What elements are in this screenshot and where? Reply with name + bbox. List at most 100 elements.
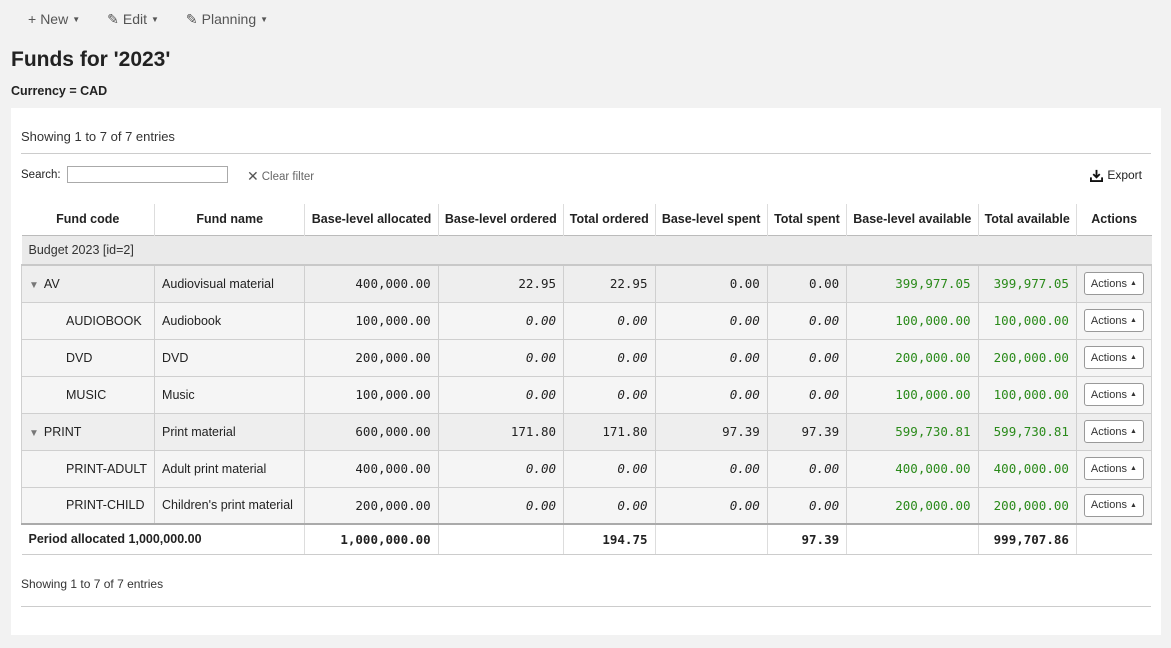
actions-label: Actions	[1090, 462, 1127, 475]
column-header-total-spent[interactable]: Total spent	[766, 204, 847, 235]
planning-button[interactable]: ✎ Planning ▼	[180, 7, 274, 32]
total-ordered-cell: 0.00	[563, 486, 656, 525]
close-icon: ✕	[247, 168, 259, 184]
table-row: PRINT-CHILD Children's print material 20…	[20, 486, 1153, 525]
total-spent-cell: 0.00	[766, 375, 848, 414]
table-info-top: Showing 1 to 7 of 7 entries	[21, 129, 175, 144]
column-header-base-level-spent[interactable]: Base-level spent	[654, 204, 768, 235]
totals-row: Period allocated 1,000,000.00 1,000,000.…	[21, 523, 1152, 555]
total-spent-cell: 97.39	[766, 412, 848, 451]
clear-filter-button[interactable]: ✕ Clear filter	[247, 168, 314, 185]
actions-button[interactable]: Actions ▲	[1083, 272, 1144, 296]
column-header-base-level-available[interactable]: Base-level available	[846, 204, 979, 235]
clear-filter-label: Clear filter	[261, 170, 315, 183]
caret-down-icon: ▼	[260, 14, 269, 24]
total-ordered-cell: 0.00	[563, 338, 656, 377]
base-ordered-cell: 0.00	[437, 338, 565, 377]
actions-cell: Actions ▲	[1075, 375, 1153, 414]
total-available-cell: 400,000.00	[977, 449, 1077, 488]
caret-down-icon: ▼	[150, 14, 159, 24]
new-button-label: New	[40, 11, 69, 27]
column-header-fund-code[interactable]: Fund code	[22, 204, 155, 235]
header-row: Fund code Fund name Base-level allocated…	[21, 204, 1152, 235]
divider	[21, 606, 1151, 607]
caret-up-icon: ▲	[1129, 501, 1137, 509]
caret-up-icon: ▲	[1129, 317, 1137, 324]
actions-button[interactable]: Actions ▲	[1083, 346, 1144, 369]
column-header-base-level-ordered[interactable]: Base-level ordered	[437, 204, 564, 235]
total-ordered-cell: 22.95	[563, 264, 656, 303]
total-spent-cell: 0.00	[766, 301, 848, 340]
fund-code-cell[interactable]: ▼ AV	[20, 264, 156, 303]
group-label: Budget 2023 [id=2]	[21, 235, 1152, 266]
pencil-icon: ✎	[185, 10, 198, 27]
actions-cell: Actions ▲	[1075, 264, 1153, 303]
base-available-cell: 399,977.05	[846, 264, 979, 303]
actions-button[interactable]: Actions ▲	[1083, 420, 1144, 443]
total-available-cell: 399,977.05	[977, 264, 1077, 303]
base-spent-cell: 0.00	[654, 375, 768, 414]
base-ordered-cell: 0.00	[437, 375, 565, 414]
toolbar: + New ▼ ✎ Edit ▼ ✎ Planning ▼	[0, 0, 289, 38]
expand-triangle-icon[interactable]: ▼	[29, 428, 39, 439]
table-info-bottom: Showing 1 to 7 of 7 entries	[21, 577, 164, 591]
total-ordered-sum: 194.75	[563, 523, 655, 555]
caret-up-icon: ▲	[1129, 428, 1137, 435]
fund-code: PRINT	[43, 424, 82, 439]
actions-label: Actions	[1090, 277, 1127, 290]
new-button[interactable]: + New ▼	[22, 7, 86, 31]
total-available-cell: 100,000.00	[977, 301, 1077, 340]
total-base-ordered-empty	[437, 523, 564, 555]
actions-button[interactable]: Actions ▲	[1083, 309, 1144, 332]
column-header-total-available[interactable]: Total available	[977, 204, 1077, 235]
fund-name-cell: Audiovisual material	[154, 264, 306, 303]
base-spent-cell: 97.39	[654, 412, 768, 451]
period-allocated-label: Period allocated 1,000,000.00	[21, 523, 305, 555]
actions-button[interactable]: Actions ▲	[1083, 383, 1144, 406]
funds-table: Fund code Fund name Base-level allocated…	[20, 204, 1153, 555]
base-available-cell: 100,000.00	[846, 301, 979, 340]
table-row: AUDIOBOOK Audiobook 100,000.00 0.00 0.00…	[20, 301, 1153, 340]
actions-label: Actions	[1090, 499, 1127, 512]
base-available-cell: 200,000.00	[846, 338, 979, 377]
total-available-cell: 200,000.00	[977, 338, 1077, 377]
base-spent-cell: 0.00	[654, 486, 768, 525]
search-input[interactable]	[66, 166, 228, 183]
pencil-icon: ✎	[107, 10, 119, 27]
base-available-cell: 400,000.00	[846, 449, 979, 488]
group-row: Budget 2023 [id=2]	[21, 235, 1152, 266]
base-spent-cell: 0.00	[654, 301, 768, 340]
base-spent-cell: 0.00	[654, 264, 768, 303]
planning-button-label: Planning	[201, 11, 257, 27]
total-spent-cell: 0.00	[766, 486, 848, 525]
fund-code-cell[interactable]: ▼ PRINT	[20, 412, 156, 451]
column-header-base-level-allocated[interactable]: Base-level allocated	[304, 204, 439, 235]
actions-cell: Actions ▲	[1075, 486, 1153, 525]
caret-up-icon: ▲	[1129, 391, 1137, 398]
export-button[interactable]: Export	[1090, 168, 1142, 182]
actions-label: Actions	[1090, 314, 1127, 327]
total-ordered-cell: 171.80	[563, 412, 656, 451]
fund-name-cell: Print material	[154, 412, 306, 451]
column-header-total-ordered[interactable]: Total ordered	[563, 204, 655, 235]
base-allocated-cell: 600,000.00	[304, 412, 439, 451]
funds-panel: Showing 1 to 7 of 7 entries Search: ✕ Cl…	[11, 108, 1161, 635]
actions-cell: Actions ▲	[1075, 338, 1153, 377]
base-ordered-cell: 22.95	[437, 264, 565, 303]
actions-button[interactable]: Actions ▲	[1083, 493, 1144, 517]
fund-code-cell: AUDIOBOOK	[20, 301, 156, 340]
fund-code-cell: PRINT-ADULT	[20, 449, 156, 488]
total-available-cell: 200,000.00	[977, 486, 1077, 525]
total-base-available-empty	[846, 523, 979, 555]
actions-button[interactable]: Actions ▲	[1083, 457, 1144, 480]
total-available-cell: 599,730.81	[977, 412, 1077, 451]
actions-label: Actions	[1090, 351, 1127, 364]
base-allocated-cell: 400,000.00	[304, 264, 439, 303]
table-row: ▼ PRINT Print material 600,000.00 171.80 …	[20, 412, 1153, 451]
edit-button[interactable]: ✎ Edit ▼	[101, 7, 165, 32]
currency-label: Currency = CAD	[11, 84, 108, 98]
total-spent-sum: 97.39	[766, 523, 847, 555]
column-header-fund-name[interactable]: Fund name	[154, 204, 305, 235]
total-spent-cell: 0.00	[766, 449, 848, 488]
expand-triangle-icon[interactable]: ▼	[29, 280, 39, 291]
